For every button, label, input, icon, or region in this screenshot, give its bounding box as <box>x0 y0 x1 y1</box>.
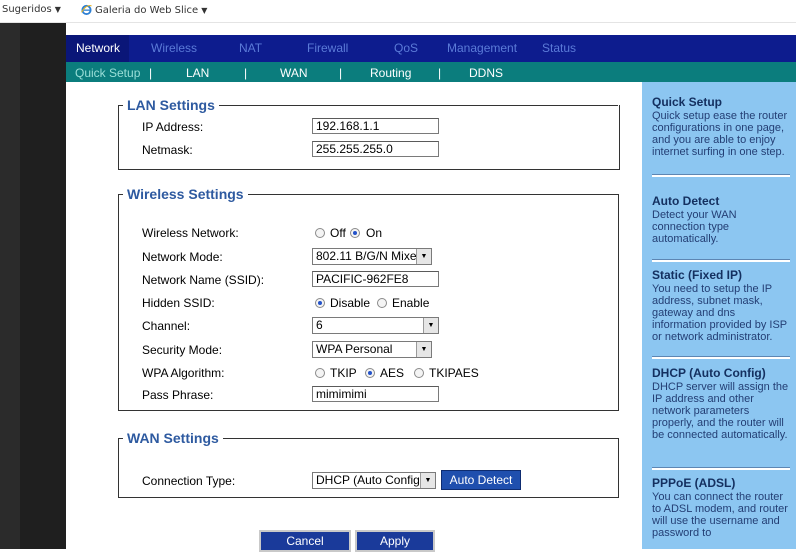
wpa-algorithm-label: WPA Algorithm: <box>142 366 225 380</box>
help-auto-detect-body: Detect your WAN connection type automati… <box>652 209 737 245</box>
tab-management[interactable]: Management <box>447 41 517 55</box>
wpa-aes-radio[interactable] <box>365 368 375 378</box>
wpa-tkip-label: TKIP <box>330 366 357 380</box>
lan-settings-legend: LAN Settings <box>123 97 219 113</box>
tab-nat[interactable]: NAT <box>239 41 262 55</box>
help-auto-detect-title: Auto Detect <box>652 194 720 208</box>
network-mode-select[interactable]: 802.11 B/G/N Mixed ▼ <box>312 248 432 265</box>
ssid-input[interactable] <box>312 271 439 287</box>
channel-value: 6 <box>316 318 323 332</box>
help-dhcp: DHCP (Auto Config) DHCP server will assi… <box>652 366 792 441</box>
wpa-tkipaes-radio[interactable] <box>414 368 424 378</box>
hidden-ssid-enable-label: Enable <box>392 296 430 310</box>
chevron-down-icon: ▼ <box>416 249 431 264</box>
chevron-down-icon: ▼ <box>54 5 61 14</box>
help-divider <box>652 467 790 470</box>
hidden-ssid-label: Hidden SSID: <box>142 296 215 310</box>
help-pppoe-body: You can connect the router to ADSL modem… <box>652 491 788 539</box>
ip-address-label: IP Address: <box>142 120 204 134</box>
wireless-network-label: Wireless Network: <box>142 226 239 240</box>
tab-qos[interactable]: QoS <box>394 41 418 55</box>
tab-wireless[interactable]: Wireless <box>151 41 197 55</box>
top-nav: Network Wireless NAT Firewall QoS Manage… <box>66 35 796 62</box>
help-divider <box>652 174 790 177</box>
ssid-label: Network Name (SSID): <box>142 273 265 287</box>
help-static: Static (Fixed IP) You need to setup the … <box>652 268 792 343</box>
wireless-settings-legend: Wireless Settings <box>123 186 248 202</box>
subnav-lan[interactable]: LAN <box>186 66 209 80</box>
favorites-web-slice-gallery[interactable]: Galeria do Web Slice ▼ <box>81 4 207 16</box>
connection-type-value: DHCP (Auto Config) <box>316 473 424 487</box>
hidden-ssid-enable-radio[interactable] <box>377 298 387 308</box>
favorites-web-slice-label: Galeria do Web Slice <box>95 5 199 16</box>
favorites-bar: Sugeridos ▼ Galeria do Web Slice ▼ <box>0 0 796 23</box>
subnav-wan[interactable]: WAN <box>280 66 308 80</box>
subnav-separator: | <box>438 66 442 80</box>
connection-type-select[interactable]: DHCP (Auto Config) ▼ <box>312 472 436 489</box>
favorites-sugeridos-label: Sugeridos <box>2 4 52 15</box>
channel-label: Channel: <box>142 319 191 333</box>
help-divider <box>652 259 790 262</box>
tab-status[interactable]: Status <box>542 41 576 55</box>
wan-settings-box <box>118 438 619 498</box>
network-mode-label: Network Mode: <box>142 250 223 264</box>
lan-settings-box <box>118 105 620 170</box>
help-pppoe: PPPoE (ADSL) You can connect the router … <box>652 476 792 549</box>
subnav-separator: | <box>149 66 153 80</box>
hidden-ssid-disable-label: Disable <box>330 296 371 310</box>
ie-icon <box>81 4 92 15</box>
wan-settings-legend: WAN Settings <box>123 430 223 446</box>
pass-phrase-label: Pass Phrase: <box>142 388 214 402</box>
wpa-tkip-radio[interactable] <box>315 368 325 378</box>
security-mode-label: Security Mode: <box>142 343 223 357</box>
tab-network[interactable]: Network <box>76 41 120 55</box>
chevron-down-icon: ▼ <box>201 6 208 15</box>
auto-detect-button[interactable]: Auto Detect <box>441 470 521 490</box>
chevron-down-icon: ▼ <box>420 473 435 488</box>
subnav-ddns[interactable]: DDNS <box>469 66 503 80</box>
security-mode-select[interactable]: WPA Personal ▼ <box>312 341 432 358</box>
wireless-off-label: Off <box>330 226 346 240</box>
chevron-down-icon: ▼ <box>423 318 438 333</box>
help-pppoe-title: PPPoE (ADSL) <box>652 476 736 490</box>
security-mode-value: WPA Personal <box>316 342 393 356</box>
subnav-separator: | <box>244 66 248 80</box>
help-quick-setup: Quick Setup Quick setup ease the router … <box>652 95 792 158</box>
ip-address-input[interactable] <box>312 118 439 134</box>
sub-nav: Quick Setup | LAN | WAN | Routing | DDNS <box>66 62 796 82</box>
wpa-tkipaes-label: TKIPAES <box>429 366 479 380</box>
help-dhcp-body: DHCP server will assign the IP address a… <box>652 381 789 441</box>
subnav-separator: | <box>339 66 343 80</box>
wireless-on-label: On <box>366 226 383 240</box>
left-frame-strip <box>0 23 20 549</box>
tab-firewall[interactable]: Firewall <box>307 41 348 55</box>
wpa-aes-label: AES <box>380 366 405 380</box>
network-mode-value: 802.11 B/G/N Mixed <box>316 249 424 263</box>
hidden-ssid-disable-radio[interactable] <box>315 298 325 308</box>
favorites-sugeridos[interactable]: Sugeridos ▼ <box>2 4 61 15</box>
help-auto-detect: Auto Detect Detect your WAN connection t… <box>652 194 792 245</box>
help-quick-setup-title: Quick Setup <box>652 95 723 109</box>
netmask-label: Netmask: <box>142 143 193 157</box>
help-quick-setup-body: Quick setup ease the router configuratio… <box>652 110 788 158</box>
left-frame-panel <box>20 23 66 549</box>
subnav-quick-setup[interactable]: Quick Setup <box>75 66 140 80</box>
chevron-down-icon: ▼ <box>416 342 431 357</box>
help-dhcp-title: DHCP (Auto Config) <box>652 366 766 380</box>
help-static-title: Static (Fixed IP) <box>652 268 743 282</box>
connection-type-label: Connection Type: <box>142 474 236 488</box>
wireless-on-radio[interactable] <box>350 228 360 238</box>
subnav-routing[interactable]: Routing <box>370 66 411 80</box>
help-divider <box>652 356 790 359</box>
pass-phrase-input[interactable] <box>312 386 439 402</box>
help-static-body: You need to setup the IP address, subnet… <box>652 283 787 343</box>
wireless-off-radio[interactable] <box>315 228 325 238</box>
netmask-input[interactable] <box>312 141 439 157</box>
channel-select[interactable]: 6 ▼ <box>312 317 439 334</box>
